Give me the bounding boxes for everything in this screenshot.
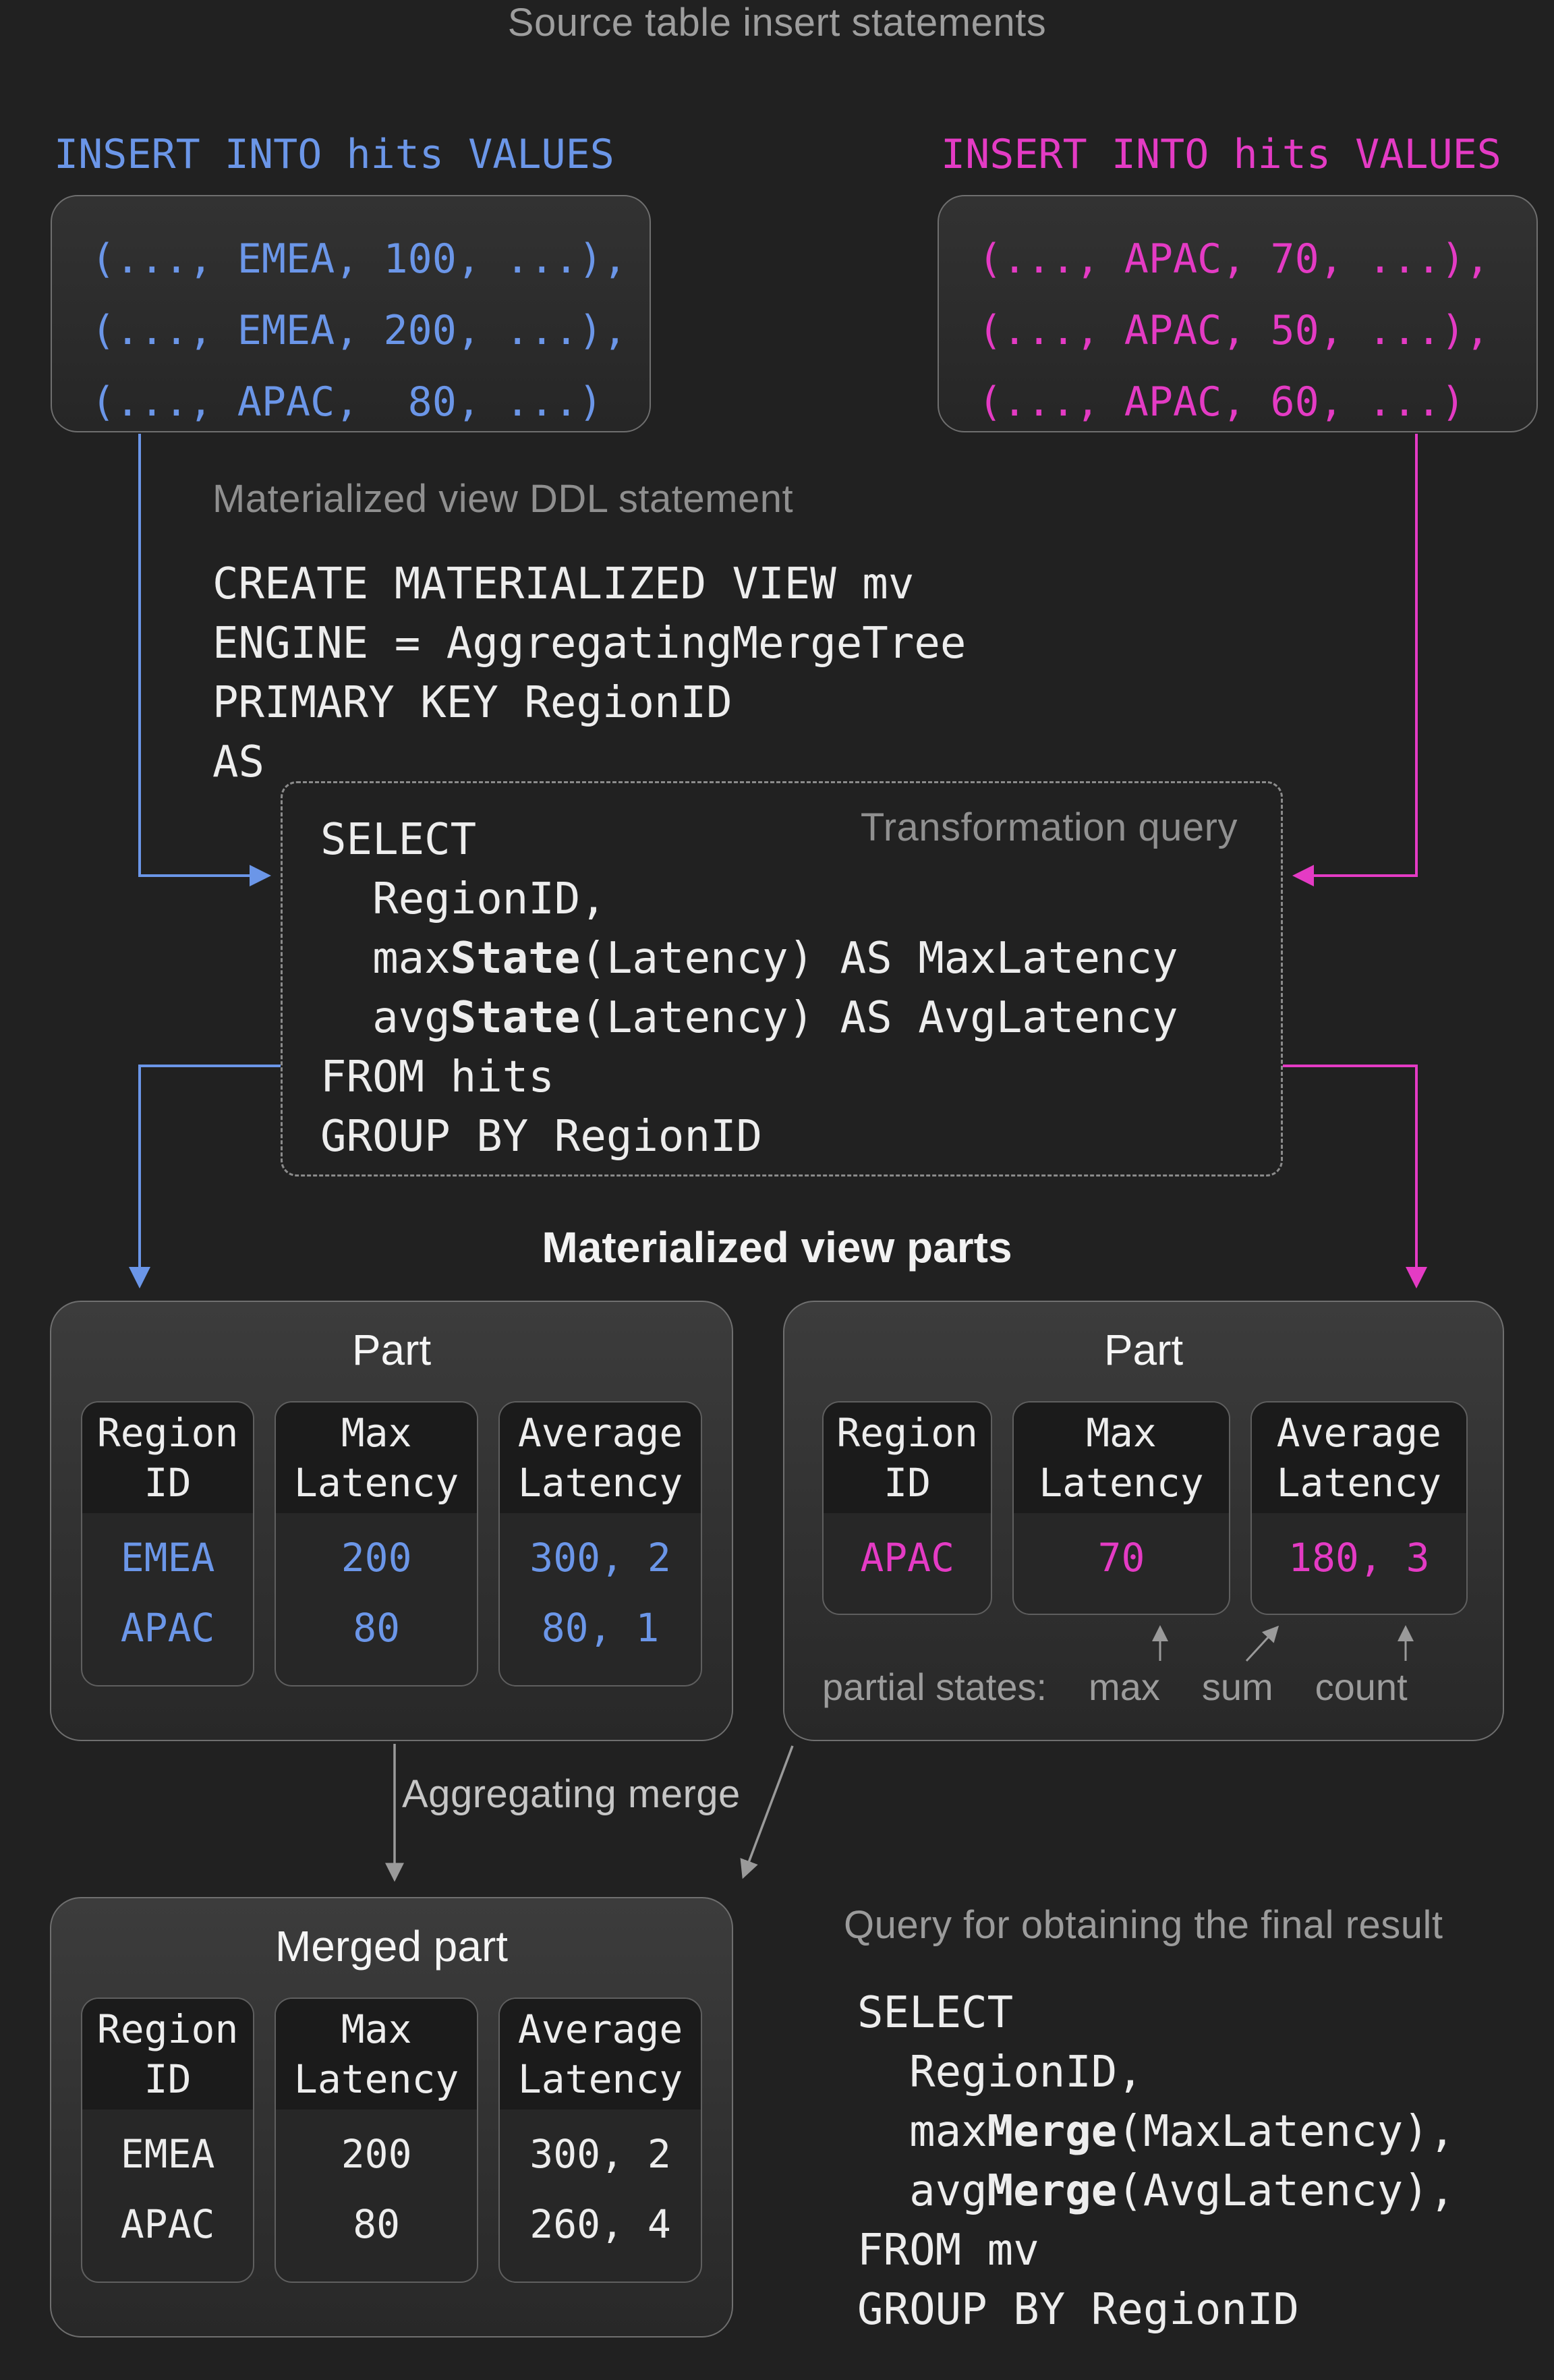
- column-header: Region ID: [82, 1402, 253, 1513]
- insert-right-box: (..., APAC, 70, ...), (..., APAC, 50, ..…: [938, 195, 1538, 432]
- final-query-line: RegionID,: [857, 2043, 1455, 2102]
- arrow-insert-right-to-query: [1295, 434, 1416, 876]
- partial-state-count: count: [1315, 1665, 1408, 1709]
- table-cell: 260, 4: [500, 2189, 701, 2259]
- insert-right-label: INSERT INTO hits VALUES: [941, 131, 1501, 178]
- table-column-avg-latency: Average Latency 180, 3: [1250, 1401, 1468, 1615]
- table-cell: 200: [276, 2119, 477, 2189]
- insert-left-row: (..., EMEA, 100, ...),: [91, 223, 650, 295]
- table-cell: APAC: [824, 1523, 991, 1593]
- ddl-code-line: PRIMARY KEY RegionID: [212, 673, 966, 733]
- source-inserts-caption: Source table insert statements: [0, 0, 1554, 45]
- table-cell: EMEA: [82, 2119, 253, 2189]
- table-cell: APAC: [82, 1593, 253, 1663]
- column-header: Average Latency: [500, 1402, 701, 1513]
- transform-code-line: RegionID,: [320, 870, 1178, 929]
- ddl-code-block: CREATE MATERIALIZED VIEW mv ENGINE = Agg…: [212, 555, 966, 792]
- transformation-code-block: SELECT RegionID, maxState(Latency) AS Ma…: [320, 810, 1178, 1166]
- insert-left-row: (..., EMEA, 200, ...),: [91, 295, 650, 366]
- transform-code-line: SELECT: [320, 810, 1178, 870]
- partial-state-sum: sum: [1202, 1665, 1273, 1709]
- insert-right-row: (..., APAC, 70, ...),: [978, 223, 1536, 295]
- ddl-code-line: CREATE MATERIALIZED VIEW mv: [212, 555, 966, 614]
- final-query-caption: Query for obtaining the final result: [844, 1902, 1443, 1948]
- transform-code-line: maxState(Latency) AS MaxLatency: [320, 929, 1178, 988]
- column-header: Max Latency: [1014, 1402, 1228, 1513]
- table-cell: 300, 2: [500, 2119, 701, 2189]
- partial-states-caption-row: partial states: max sum count: [822, 1665, 1408, 1709]
- table-column-avg-latency: Average Latency 300, 2 80, 1: [498, 1401, 702, 1687]
- table-column-region: Region ID APAC: [822, 1401, 992, 1615]
- part-title: Part: [784, 1325, 1503, 1375]
- mv-parts-heading: Materialized view parts: [0, 1222, 1554, 1272]
- table-cell: 70: [1014, 1523, 1228, 1593]
- insert-left-row: (..., APAC, 80, ...): [91, 366, 650, 438]
- column-header: Average Latency: [1252, 1402, 1466, 1513]
- diagram-canvas: Source table insert statements INSERT IN…: [0, 0, 1554, 2380]
- column-header: Max Latency: [276, 1999, 477, 2109]
- ddl-code-line: ENGINE = AggregatingMergeTree: [212, 614, 966, 673]
- arrow-part-right-to-merged: [743, 1746, 793, 1877]
- table-column-max-latency: Max Latency 200 80: [275, 1998, 478, 2283]
- final-query-line: FROM mv: [857, 2221, 1455, 2280]
- merged-part-title: Merged part: [51, 1921, 732, 1971]
- merged-part-box: Merged part Region ID EMEA APAC Max Late…: [50, 1897, 733, 2338]
- table-cell: 80: [276, 1593, 477, 1663]
- table-cell: 200: [276, 1523, 477, 1593]
- table-column-region: Region ID EMEA APAC: [81, 1401, 254, 1687]
- transform-code-line: avgState(Latency) AS AvgLatency: [320, 988, 1178, 1048]
- column-header: Region ID: [82, 1999, 253, 2109]
- final-query-line: SELECT: [857, 1983, 1455, 2043]
- table-cell: 80: [276, 2189, 477, 2259]
- table-cell: EMEA: [82, 1523, 253, 1593]
- final-query-line: avgMerge(AvgLatency),: [857, 2161, 1455, 2221]
- partial-states-label: partial states:: [822, 1665, 1047, 1709]
- table-column-max-latency: Max Latency 70: [1012, 1401, 1230, 1615]
- part-title: Part: [51, 1325, 732, 1375]
- transformation-query-box: Transformation query SELECT RegionID, ma…: [281, 781, 1283, 1177]
- partial-state-max: max: [1089, 1665, 1160, 1709]
- insert-left-box: (..., EMEA, 100, ...), (..., EMEA, 200, …: [51, 195, 651, 432]
- transform-code-line: FROM hits: [320, 1048, 1178, 1107]
- part-box-right: Part Region ID APAC Max Latency 70 Avera…: [783, 1301, 1504, 1741]
- insert-right-row: (..., APAC, 60, ...): [978, 366, 1536, 438]
- table-cell: 300, 2: [500, 1523, 701, 1593]
- table-cell: 80, 1: [500, 1593, 701, 1663]
- final-query-line: GROUP BY RegionID: [857, 2280, 1455, 2340]
- column-header: Region ID: [824, 1402, 991, 1513]
- aggregating-merge-label: Aggregating merge: [402, 1772, 741, 1817]
- table-column-region: Region ID EMEA APAC: [81, 1998, 254, 2283]
- column-header: Average Latency: [500, 1999, 701, 2109]
- table-column-avg-latency: Average Latency 300, 2 260, 4: [498, 1998, 702, 2283]
- transform-code-line: GROUP BY RegionID: [320, 1107, 1178, 1166]
- insert-right-row: (..., APAC, 50, ...),: [978, 295, 1536, 366]
- table-column-max-latency: Max Latency 200 80: [275, 1401, 478, 1687]
- insert-left-label: INSERT INTO hits VALUES: [54, 131, 614, 178]
- final-query-line: maxMerge(MaxLatency),: [857, 2102, 1455, 2161]
- final-query-code-block: SELECT RegionID, maxMerge(MaxLatency), a…: [857, 1983, 1455, 2340]
- ddl-caption: Materialized view DDL statement: [212, 476, 793, 521]
- table-cell: APAC: [82, 2189, 253, 2259]
- part-box-left: Part Region ID EMEA APAC Max Latency 200…: [50, 1301, 733, 1741]
- table-cell: 180, 3: [1252, 1523, 1466, 1593]
- column-header: Max Latency: [276, 1402, 477, 1513]
